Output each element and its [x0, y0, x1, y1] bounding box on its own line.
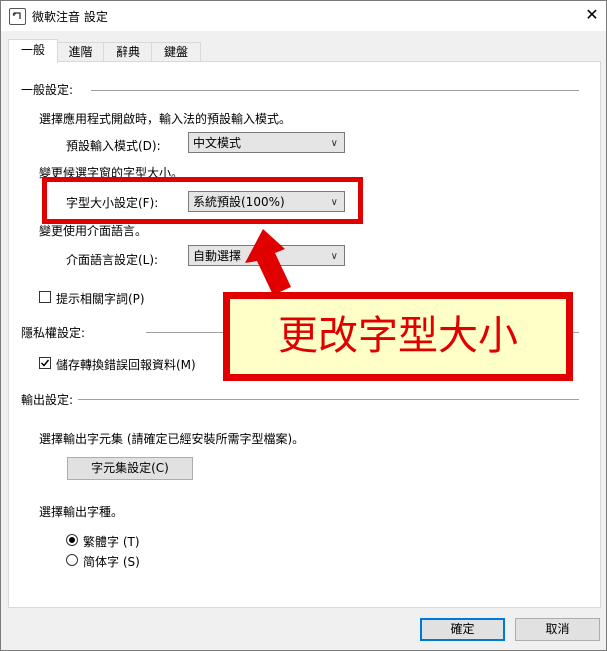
- hint-related-checkbox[interactable]: [39, 291, 51, 303]
- default-mode-select[interactable]: 中文模式 ∨: [188, 132, 345, 153]
- chevron-down-icon: ∨: [330, 138, 338, 149]
- traditional-radio[interactable]: [66, 534, 78, 546]
- traditional-label[interactable]: 繁體字 (T): [83, 533, 140, 550]
- chevron-down-icon: ∨: [330, 251, 338, 262]
- charset-settings-button[interactable]: 字元集設定(C): [67, 457, 193, 480]
- ime-app-icon: [9, 8, 26, 25]
- divider: [78, 399, 579, 400]
- glyph-description: 選擇輸出字種。: [39, 505, 124, 519]
- divider: [91, 90, 579, 91]
- close-icon[interactable]: ✕: [581, 4, 603, 26]
- default-mode-value: 中文模式: [193, 136, 242, 150]
- cancel-button[interactable]: 取消: [515, 618, 600, 641]
- tab-general[interactable]: 一般: [8, 39, 58, 63]
- privacy-settings-heading: 隱私權設定:: [21, 326, 86, 340]
- window-title: 微軟注音 設定: [32, 10, 108, 24]
- ok-button[interactable]: 確定: [420, 618, 505, 641]
- settings-window: 微軟注音 設定 ✕ 一般 進階 辭典 鍵盤 一般設定: 選擇應用程式開啟時，輸入…: [0, 0, 607, 651]
- tab-dictionary[interactable]: 辭典: [103, 42, 153, 62]
- arrow-pointer-icon: [245, 229, 291, 295]
- annotation-callout: 更改字型大小: [223, 292, 573, 381]
- checkmark-icon: [40, 359, 50, 367]
- tab-advanced[interactable]: 進階: [56, 42, 105, 62]
- general-settings-heading: 一般設定:: [21, 83, 74, 97]
- simplified-radio[interactable]: [66, 554, 78, 566]
- save-errors-checkbox[interactable]: [39, 357, 51, 369]
- default-mode-description: 選擇應用程式開啟時，輸入法的預設輸入模式。: [39, 112, 292, 126]
- ui-language-value: 自動選擇: [193, 249, 242, 263]
- simplified-label[interactable]: 简体字 (S): [83, 553, 140, 570]
- ui-language-label: 介面語言設定(L):: [66, 253, 159, 267]
- font-size-highlight-box: [42, 177, 363, 224]
- output-settings-heading: 輸出設定:: [21, 393, 74, 407]
- default-mode-label: 預設輸入模式(D):: [66, 139, 161, 153]
- save-errors-label[interactable]: 儲存轉換錯誤回報資料(M): [56, 356, 196, 373]
- tab-keyboard[interactable]: 鍵盤: [151, 42, 201, 62]
- ui-language-description: 變更使用介面語言。: [39, 224, 148, 238]
- hint-related-label[interactable]: 提示相關字詞(P): [56, 290, 145, 307]
- charset-description: 選擇輸出字元集 (請確定已經安裝所需字型檔案)。: [39, 432, 305, 446]
- title-bar: 微軟注音 設定 ✕: [1, 1, 606, 31]
